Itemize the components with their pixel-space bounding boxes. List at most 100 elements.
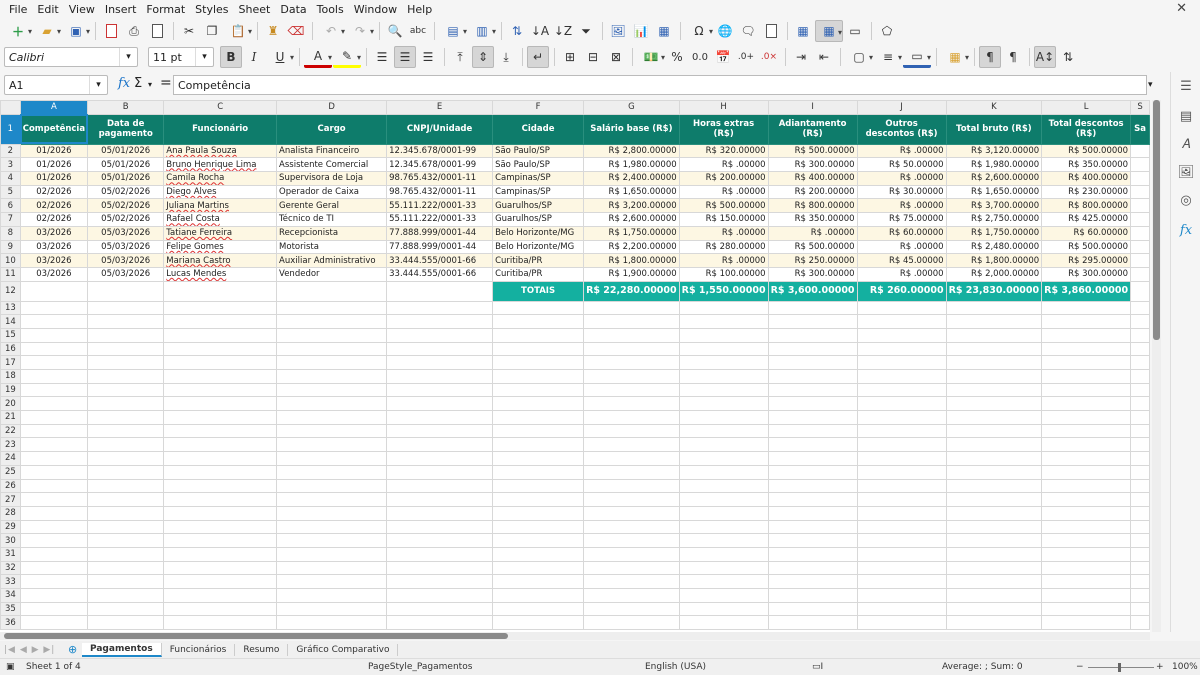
table-cell[interactable]: [87, 410, 165, 425]
redo-icon[interactable]: ↷: [346, 20, 374, 42]
table-cell[interactable]: [87, 615, 165, 631]
table-cell[interactable]: R$ 400.00000: [767, 171, 858, 186]
bold-button[interactable]: B: [220, 46, 242, 68]
table-cell[interactable]: Supervisora de Loja: [276, 171, 388, 186]
table-cell[interactable]: [945, 560, 1043, 576]
table-cell[interactable]: [163, 560, 278, 576]
table-cell[interactable]: R$ 2,200.00000: [583, 239, 680, 255]
menu-item-window[interactable]: Window: [349, 3, 402, 16]
table-cell[interactable]: [163, 423, 278, 439]
table-cell[interactable]: [856, 546, 947, 562]
autofilter-icon[interactable]: ⏷: [575, 20, 597, 42]
table-cell[interactable]: R$ 230.00000: [1041, 184, 1132, 200]
table-cell[interactable]: [1041, 396, 1132, 412]
table-cell[interactable]: 01/2026: [19, 157, 89, 173]
table-cell[interactable]: [767, 588, 858, 603]
table-cell[interactable]: [386, 355, 494, 370]
headers-footers-icon[interactable]: [760, 20, 782, 42]
table-cell[interactable]: [767, 423, 858, 439]
table-cell[interactable]: [1130, 314, 1150, 329]
align-left-icon[interactable]: ☰: [371, 46, 393, 68]
column-icon[interactable]: ▥: [468, 20, 496, 42]
font-size-box[interactable]: 11 pt ▾: [148, 47, 214, 67]
table-cell[interactable]: [583, 533, 680, 548]
align-bottom-icon[interactable]: ⤓: [495, 46, 517, 68]
table-cell[interactable]: [492, 451, 585, 466]
table-cell[interactable]: [492, 464, 585, 480]
table-cell[interactable]: [1130, 505, 1150, 521]
table-cell[interactable]: R$ 30.00000: [856, 184, 947, 200]
table-cell[interactable]: R$ .00000: [678, 184, 769, 200]
table-cell[interactable]: [163, 355, 278, 370]
underline-button[interactable]: U: [266, 46, 294, 68]
sort-icon[interactable]: ⇅: [506, 20, 528, 42]
table-cell[interactable]: R$ .00000: [678, 157, 769, 173]
row-header[interactable]: 11: [0, 266, 21, 282]
table-cell[interactable]: [1041, 560, 1132, 576]
table-cell[interactable]: [856, 464, 947, 480]
table-cell[interactable]: [1130, 198, 1150, 214]
table-cell[interactable]: R$ 2,480.00000: [945, 239, 1043, 255]
table-cell[interactable]: [492, 574, 585, 589]
table-cell[interactable]: [163, 410, 278, 425]
table-cell[interactable]: [386, 560, 494, 576]
table-cell[interactable]: [1130, 157, 1150, 173]
table-cell[interactable]: [767, 464, 858, 480]
table-cell[interactable]: R$ 3,700.00000: [945, 198, 1043, 214]
table-cell[interactable]: [386, 341, 494, 357]
header-cell[interactable]: Data de pagamento: [87, 113, 165, 145]
table-cell[interactable]: [87, 341, 165, 357]
table-cell[interactable]: [583, 327, 680, 343]
table-cell[interactable]: [945, 546, 1043, 562]
table-cell[interactable]: 05/02/2026: [87, 198, 165, 214]
table-cell[interactable]: [856, 519, 947, 535]
table-cell[interactable]: [19, 437, 89, 453]
table-cell[interactable]: [19, 314, 89, 329]
row-header[interactable]: 34: [0, 588, 21, 603]
table-cell[interactable]: [163, 574, 278, 589]
table-cell[interactable]: [583, 601, 680, 617]
table-cell[interactable]: [678, 300, 769, 316]
table-cell[interactable]: [276, 341, 388, 357]
table-cell[interactable]: R$ 1,750.00000: [945, 225, 1043, 241]
table-cell[interactable]: [583, 396, 680, 412]
table-cell[interactable]: [678, 505, 769, 521]
table-cell[interactable]: R$ 300.00000: [1041, 266, 1132, 282]
table-cell[interactable]: [767, 369, 858, 384]
merge-cells-icon[interactable]: ⊟: [582, 46, 604, 68]
table-cell[interactable]: 02/2026: [19, 198, 89, 214]
table-cell[interactable]: [87, 451, 165, 466]
table-cell[interactable]: [163, 300, 278, 316]
table-cell[interactable]: [583, 437, 680, 453]
table-cell[interactable]: [492, 601, 585, 617]
show-draw-functions-icon[interactable]: ⬠: [876, 20, 898, 42]
table-cell[interactable]: R$ 1,800.00000: [583, 253, 680, 268]
table-cell[interactable]: [386, 464, 494, 480]
table-cell[interactable]: [492, 615, 585, 631]
table-cell[interactable]: [678, 355, 769, 370]
table-cell[interactable]: [583, 423, 680, 439]
table-cell[interactable]: [19, 574, 89, 589]
table-cell[interactable]: R$ 500.00000: [678, 198, 769, 214]
table-cell[interactable]: [945, 519, 1043, 535]
table-cell[interactable]: 03/2026: [19, 266, 89, 282]
text-orientation-vertical-icon[interactable]: ⇅: [1057, 46, 1079, 68]
table-cell[interactable]: [583, 355, 680, 370]
page-style[interactable]: PageStyle_Pagamentos: [368, 662, 472, 672]
table-cell[interactable]: [767, 300, 858, 316]
table-cell[interactable]: [492, 355, 585, 370]
table-cell[interactable]: [945, 396, 1043, 412]
table-cell[interactable]: [767, 519, 858, 535]
status-summary[interactable]: Average: ; Sum: 0: [942, 662, 1023, 672]
row-header[interactable]: 35: [0, 601, 21, 617]
table-cell[interactable]: [583, 464, 680, 480]
table-cell[interactable]: [945, 355, 1043, 370]
table-cell[interactable]: [386, 382, 494, 398]
table-cell[interactable]: [492, 423, 585, 439]
table-cell[interactable]: Bruno Henrique Lima: [163, 157, 278, 173]
table-cell[interactable]: [87, 505, 165, 521]
table-cell[interactable]: [1041, 327, 1132, 343]
menu-item-edit[interactable]: Edit: [32, 3, 63, 16]
row-header[interactable]: 15: [0, 327, 21, 343]
table-cell[interactable]: [163, 533, 278, 548]
